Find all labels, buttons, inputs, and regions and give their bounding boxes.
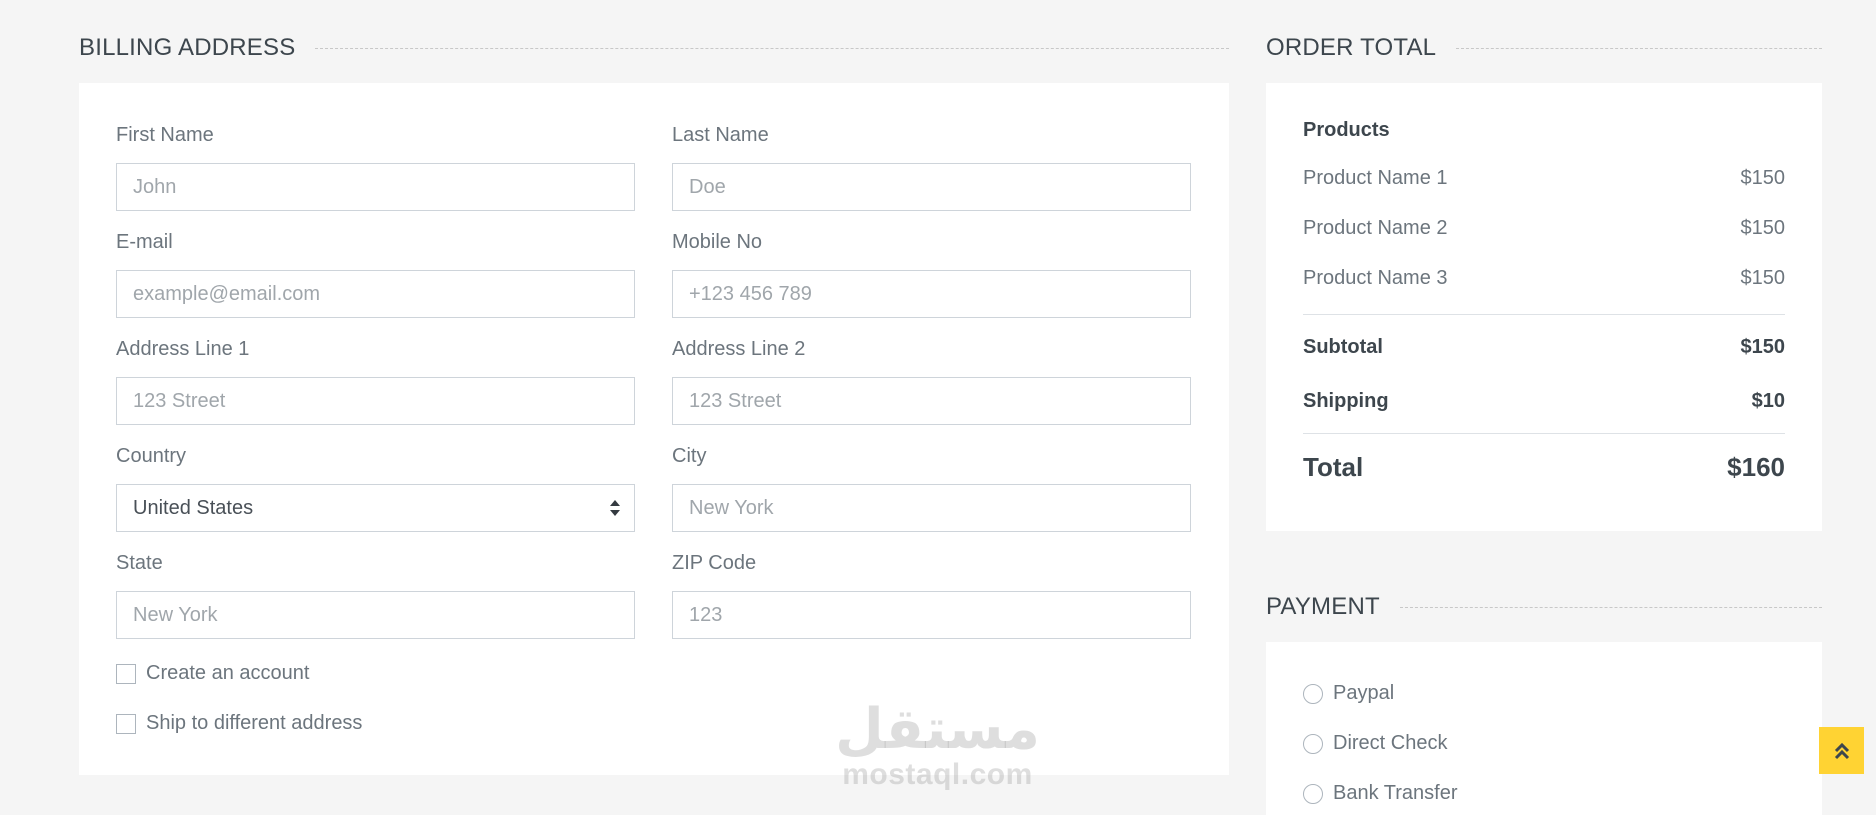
address1-group: Address Line 1 123 Street [116, 334, 635, 425]
zip-group: ZIP Code 123 [672, 548, 1191, 639]
payment-card: Paypal Direct Check Bank Transfer [1266, 642, 1822, 815]
order-total-card: Products Product Name 1 $150 Product Nam… [1266, 83, 1822, 531]
ship-different-checkbox-row[interactable]: Ship to different address [116, 712, 362, 735]
product-name: Product Name 3 [1303, 267, 1448, 289]
product-price: $150 [1740, 267, 1786, 289]
state-input[interactable]: New York [116, 591, 635, 639]
billing-section-title: BILLING ADDRESS [79, 31, 1229, 65]
city-label: City [672, 445, 707, 467]
product-row: Product Name 3 $150 [1303, 267, 1785, 290]
title-divider [315, 47, 1229, 49]
product-row: Product Name 1 $150 [1303, 167, 1785, 190]
billing-title: BILLING ADDRESS [79, 34, 296, 61]
address2-group: Address Line 2 123 Street [672, 334, 1191, 425]
title-divider [1399, 606, 1822, 608]
total-row: Total $160 [1303, 452, 1785, 483]
city-group: City New York [672, 441, 1191, 532]
watermark-latin: mostaql.com [842, 758, 1033, 791]
back-to-top-button[interactable] [1819, 727, 1864, 774]
state-label: State [116, 552, 163, 574]
zip-input[interactable]: 123 [672, 591, 1191, 639]
address2-input[interactable]: 123 Street [672, 377, 1191, 425]
email-label: E-mail [116, 231, 173, 253]
billing-form-card: First Name John Last Name Doe E-mail exa… [79, 83, 1229, 775]
payment-option-bank-transfer[interactable]: Bank Transfer [1303, 782, 1458, 805]
watermark-arabic: مستقل [835, 697, 1040, 760]
product-row: Product Name 2 $150 [1303, 217, 1785, 240]
city-input[interactable]: New York [672, 484, 1191, 532]
address1-label: Address Line 1 [116, 338, 250, 360]
mobile-group: Mobile No +123 456 789 [672, 227, 1191, 318]
title-divider [1456, 47, 1822, 49]
products-heading: Products [1303, 119, 1390, 141]
create-account-checkbox-row[interactable]: Create an account [116, 662, 309, 685]
payment-option-direct-check[interactable]: Direct Check [1303, 732, 1447, 755]
radio-button[interactable] [1303, 733, 1323, 754]
payment-title: PAYMENT [1266, 593, 1380, 620]
select-arrows-icon [610, 500, 620, 516]
ship-different-checkbox[interactable] [116, 713, 136, 734]
payment-section-title: PAYMENT [1266, 590, 1822, 624]
order-title: ORDER TOTAL [1266, 34, 1437, 61]
create-account-label[interactable]: Create an account [146, 662, 309, 685]
country-select[interactable]: United States [116, 484, 635, 532]
watermark-logo: مستقل mostaql.com [830, 700, 1045, 792]
last-name-group: Last Name Doe [672, 120, 1191, 211]
subtotal-label: Subtotal [1303, 336, 1383, 358]
address2-label: Address Line 2 [672, 338, 806, 360]
shipping-value: $10 [1751, 390, 1785, 412]
first-name-label: First Name [116, 124, 214, 146]
subtotal-value: $150 [1740, 336, 1786, 358]
country-label: Country [116, 445, 187, 467]
first-name-input[interactable]: John [116, 163, 635, 211]
product-price: $150 [1740, 217, 1786, 239]
radio-button[interactable] [1303, 683, 1323, 704]
total-value: $160 [1727, 452, 1785, 482]
payment-option-paypal[interactable]: Paypal [1303, 682, 1394, 705]
email-group: E-mail example@email.com [116, 227, 635, 318]
mobile-input[interactable]: +123 456 789 [672, 270, 1191, 318]
last-name-label: Last Name [672, 124, 769, 146]
country-select-value: United States [133, 497, 254, 519]
product-name: Product Name 1 [1303, 167, 1448, 189]
last-name-input[interactable]: Doe [672, 163, 1191, 211]
order-divider [1303, 314, 1785, 315]
mobile-label: Mobile No [672, 231, 763, 253]
radio-button[interactable] [1303, 783, 1323, 804]
double-chevron-up-icon [1834, 742, 1849, 759]
shipping-row: Shipping $10 [1303, 390, 1785, 413]
country-group: Country United States [116, 441, 635, 532]
first-name-group: First Name John [116, 120, 635, 211]
shipping-label: Shipping [1303, 390, 1389, 412]
email-input[interactable]: example@email.com [116, 270, 635, 318]
total-label: Total [1303, 452, 1364, 482]
address1-input[interactable]: 123 Street [116, 377, 635, 425]
payment-option-label[interactable]: Bank Transfer [1333, 782, 1458, 805]
payment-option-label[interactable]: Paypal [1333, 682, 1394, 705]
product-price: $150 [1740, 167, 1786, 189]
ship-different-label[interactable]: Ship to different address [146, 712, 362, 735]
product-name: Product Name 2 [1303, 217, 1448, 239]
zip-label: ZIP Code [672, 552, 757, 574]
order-section-title: ORDER TOTAL [1266, 31, 1822, 65]
order-divider [1303, 433, 1785, 434]
payment-option-label[interactable]: Direct Check [1333, 732, 1447, 755]
subtotal-row: Subtotal $150 [1303, 336, 1785, 359]
state-group: State New York [116, 548, 635, 639]
create-account-checkbox[interactable] [116, 663, 136, 684]
